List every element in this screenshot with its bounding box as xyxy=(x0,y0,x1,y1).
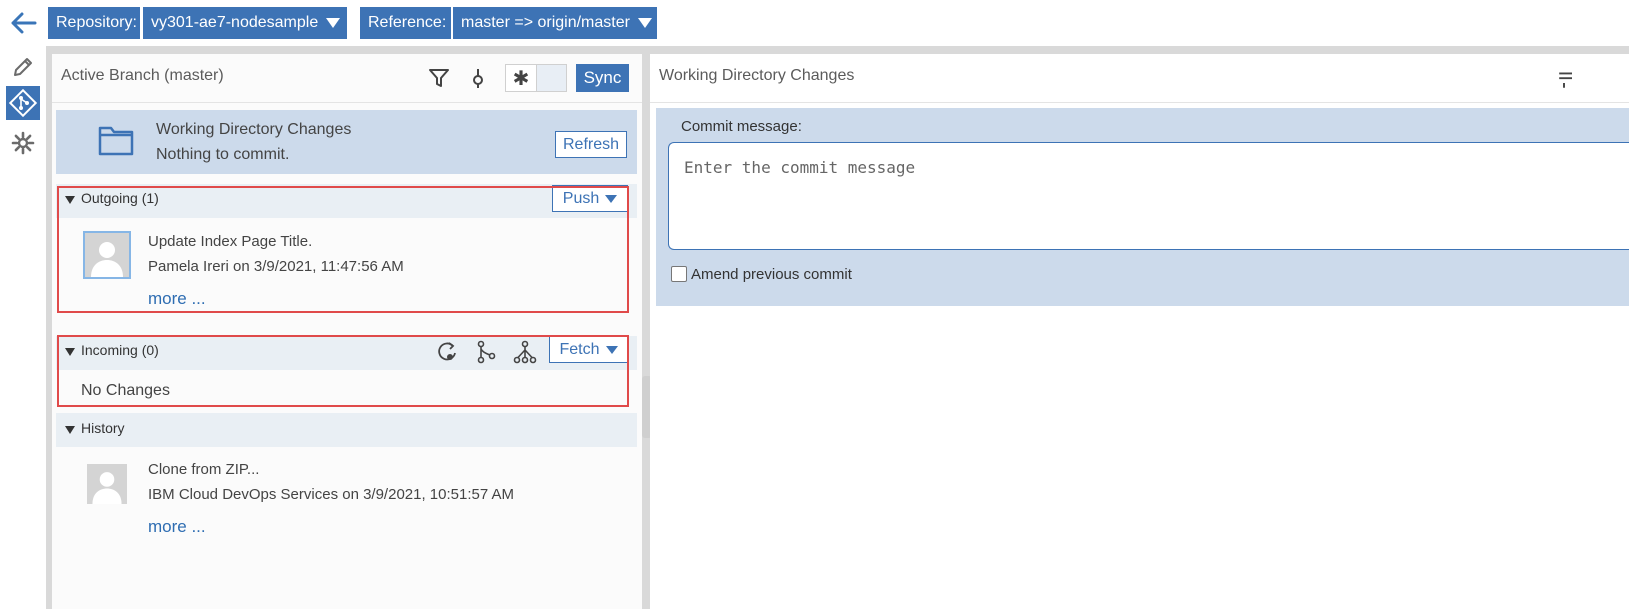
sidebar-git[interactable] xyxy=(6,86,40,120)
amend-label: Amend previous commit xyxy=(691,266,852,283)
commit-message-input[interactable] xyxy=(668,142,1629,250)
commit-icon xyxy=(473,69,483,88)
repository-dropdown[interactable]: vy301-ae7-nodesample xyxy=(143,7,347,39)
repository-value: vy301-ae7-nodesample xyxy=(151,14,319,31)
caret-down-icon xyxy=(637,17,652,28)
filter-button[interactable] xyxy=(427,66,451,90)
collapse-triangle-icon[interactable] xyxy=(65,426,75,434)
top-bar: Repository: vy301-ae7-nodesample Referen… xyxy=(0,0,1629,46)
working-directory-status: Nothing to commit. xyxy=(156,146,290,163)
working-directory-card xyxy=(56,110,637,174)
sidebar xyxy=(0,46,46,609)
commit-message-label: Commit message: xyxy=(681,118,802,135)
divider xyxy=(52,102,642,103)
avatar xyxy=(87,464,127,504)
history-more-link[interactable]: more ... xyxy=(148,517,206,537)
pencil-icon xyxy=(14,58,32,76)
highlight-box-incoming xyxy=(57,335,629,407)
repository-label: Repository: xyxy=(48,7,140,39)
list-icon xyxy=(1559,72,1572,88)
view-toggle[interactable]: ✱ xyxy=(505,64,567,92)
options-button[interactable] xyxy=(1556,66,1572,92)
caret-down-icon xyxy=(326,17,341,28)
working-directory-link[interactable]: Working Directory Changes xyxy=(156,121,351,139)
sidebar-edit[interactable] xyxy=(6,50,40,84)
refresh-button[interactable]: Refresh xyxy=(555,131,627,158)
git-icon xyxy=(8,88,38,118)
divider xyxy=(650,102,1629,103)
history-commit-message: Clone from ZIP... xyxy=(148,461,260,478)
sidebar-settings[interactable] xyxy=(6,126,40,160)
active-branch-title: Active Branch (master) xyxy=(61,67,224,84)
user-icon xyxy=(87,464,127,504)
amend-checkbox[interactable] xyxy=(671,266,687,282)
working-directory-title: Working Directory Changes xyxy=(659,67,855,84)
commit-graph-button[interactable] xyxy=(466,66,490,90)
reference-value: master => origin/master xyxy=(461,14,630,31)
reference-dropdown[interactable]: master => origin/master xyxy=(453,7,657,39)
back-button[interactable] xyxy=(8,8,40,38)
gear-icon xyxy=(11,131,35,155)
history-section-header[interactable] xyxy=(56,413,637,447)
filter-icon xyxy=(429,69,449,87)
reference-label: Reference: xyxy=(360,7,451,39)
folder-icon xyxy=(98,126,134,156)
arrow-left-icon xyxy=(11,12,37,34)
asterisk-icon: ✱ xyxy=(506,65,537,91)
sync-button[interactable]: Sync xyxy=(576,64,629,92)
highlight-box-outgoing xyxy=(57,186,629,313)
history-title: History xyxy=(81,420,125,436)
history-commit-author: IBM Cloud DevOps Services on 3/9/2021, 1… xyxy=(148,486,515,503)
